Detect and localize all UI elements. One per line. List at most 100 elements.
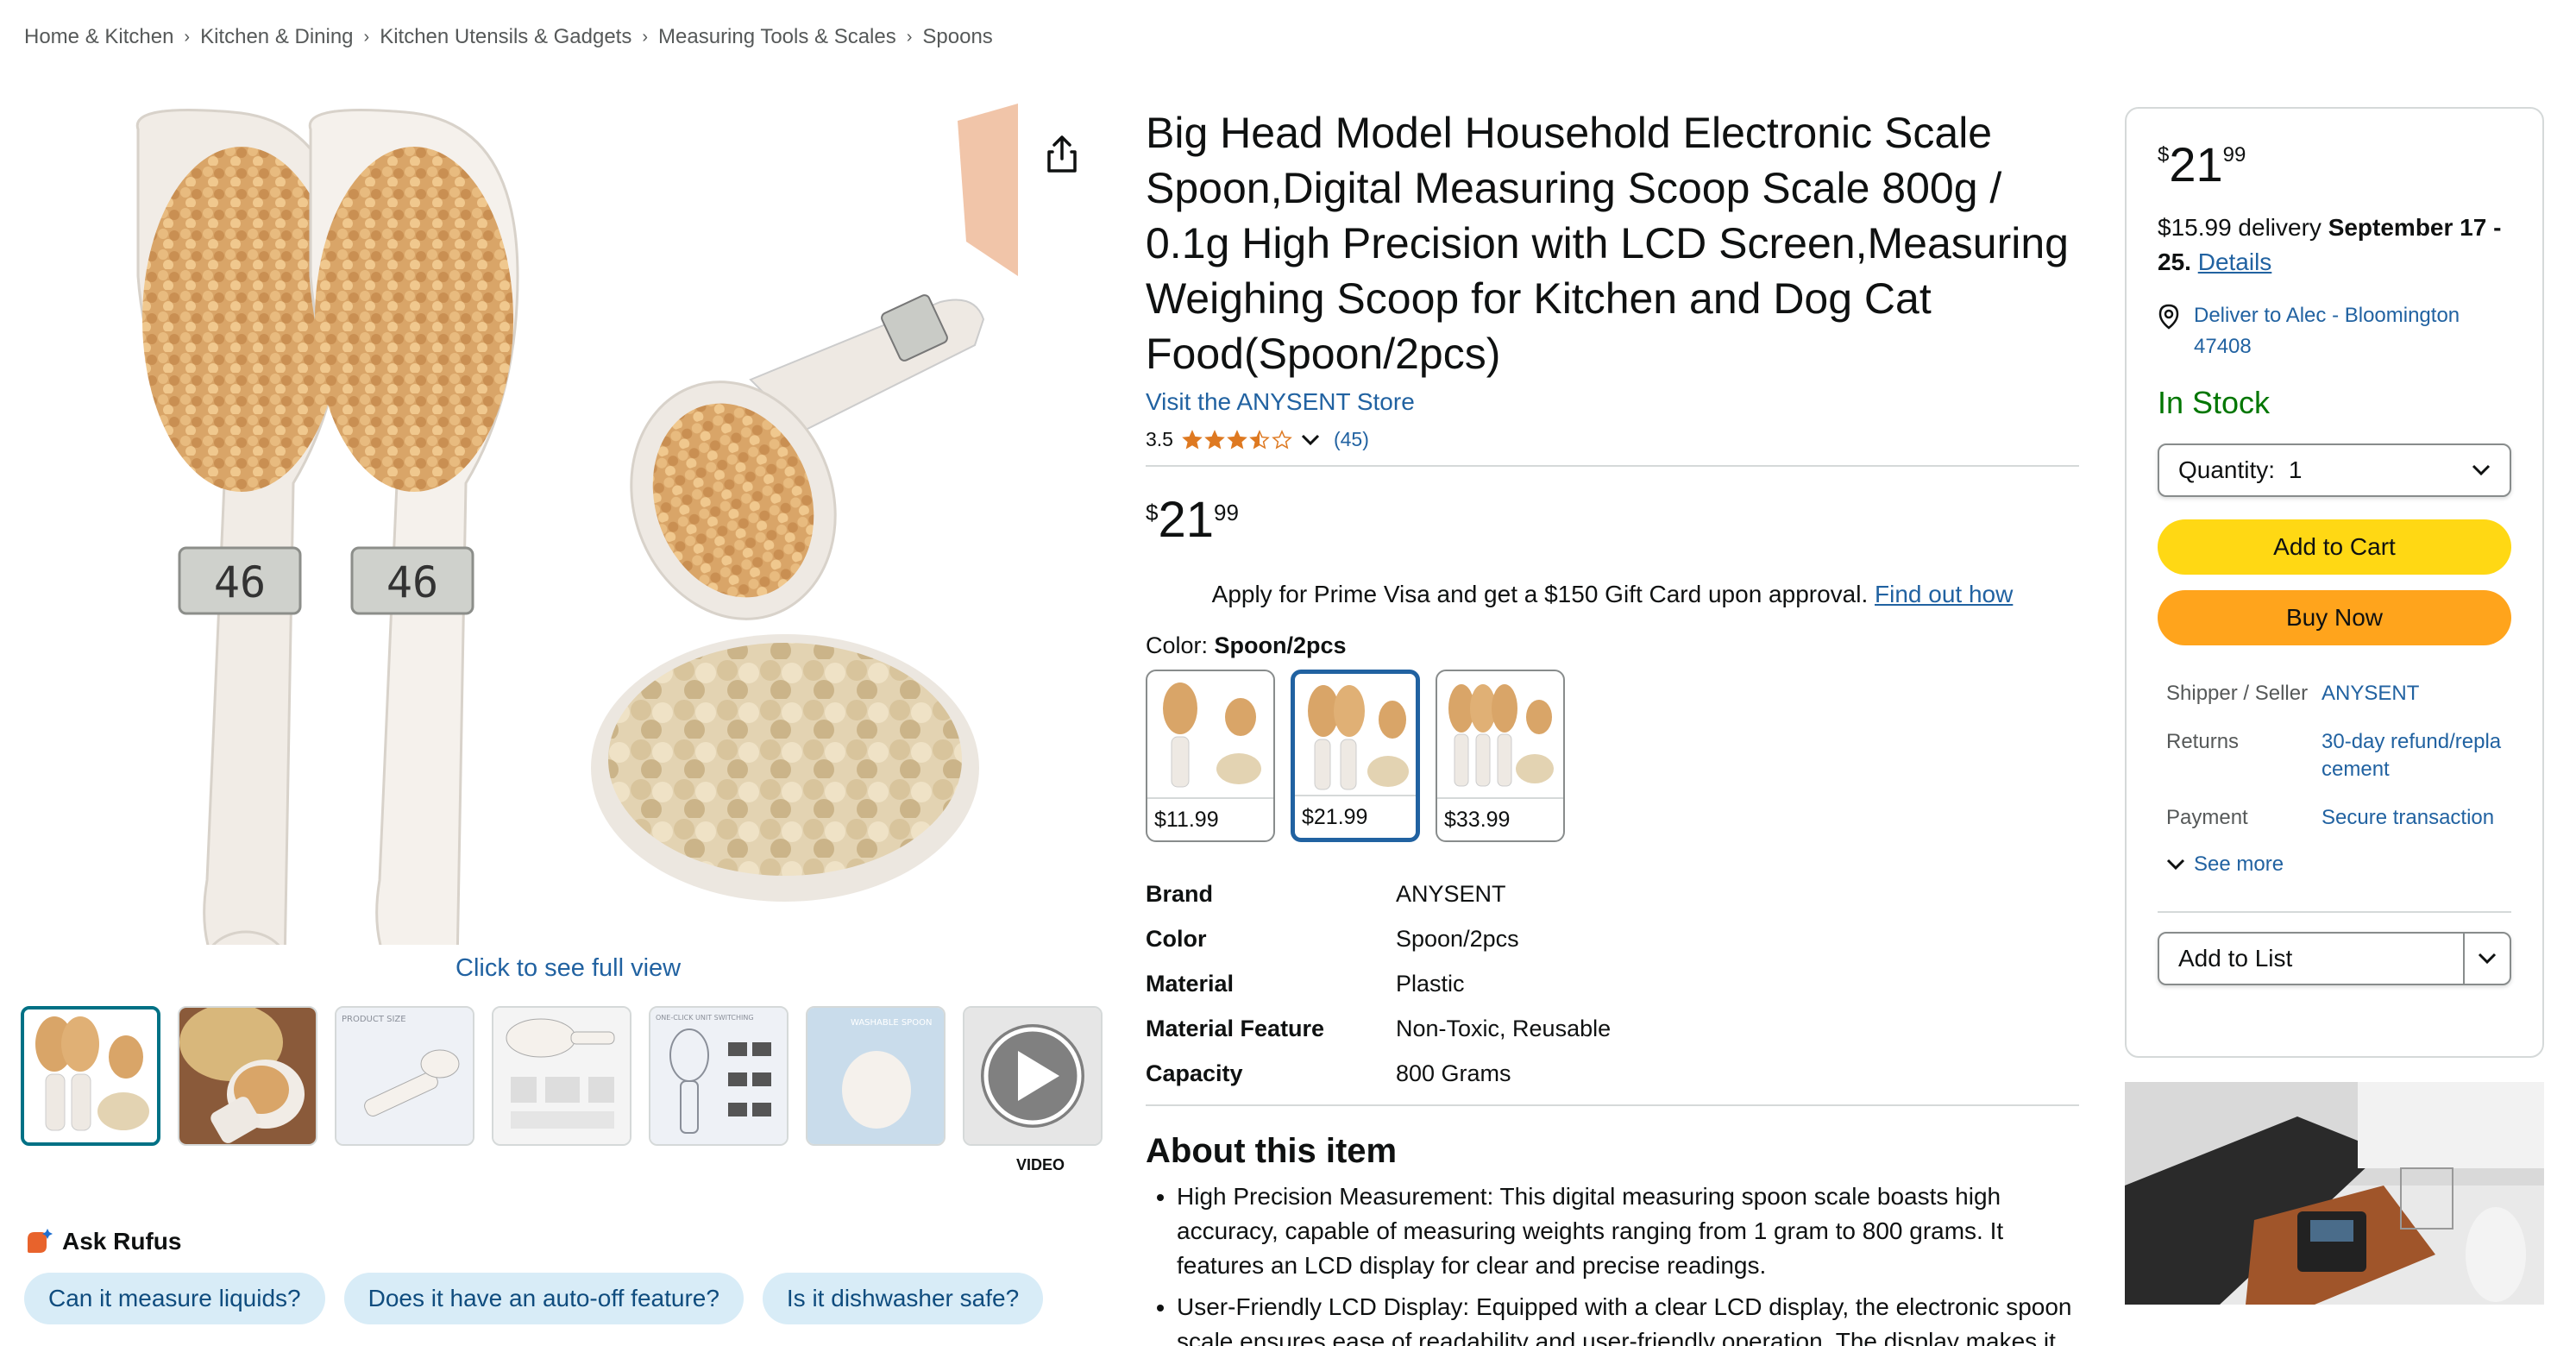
buy-now-button[interactable]: Buy Now [2158,590,2511,645]
breadcrumb-item[interactable]: Kitchen & Dining [200,25,353,49]
add-to-list-button[interactable]: Add to List [2158,932,2511,985]
rufus-icon [28,1229,53,1253]
prime-visa-text: Apply for Prime Visa and get a $150 Gift… [1211,581,1869,607]
spec-row: Brand ANYSENT [1146,871,2079,916]
spec-value: Spoon/2pcs [1396,925,1519,952]
share-icon[interactable] [1042,135,1082,174]
breadcrumb-item[interactable]: Spoons [922,25,992,49]
lcd-reading: 46 [386,557,438,607]
spec-value: ANYSENT [1396,880,1506,907]
divider [1146,465,2079,467]
spec-key: Capacity [1146,1060,1243,1086]
quantity-dropdown[interactable]: Quantity: 1 [2158,443,2511,497]
ask-rufus-header: Ask Rufus [24,1227,181,1256]
divider [2158,911,2511,913]
breadcrumb-separator-icon: › [906,27,913,47]
returns-link[interactable]: 30-day refund/replacement [2322,728,2503,783]
seller-row: Shipper / Seller ANYSENT [2158,680,2511,708]
about-bullets: High Precision Measurement: This digital… [1146,1179,2079,1346]
payment-link[interactable]: Secure transaction [2322,804,2511,832]
add-to-cart-button[interactable]: Add to Cart [2158,519,2511,575]
buy-box: $ 21 99 $15.99 delivery September 17 - 2… [2125,107,2544,1058]
chevron-down-icon [2166,859,2185,871]
ask-rufus-title: Ask Rufus [62,1228,182,1255]
price-symbol: $ [1146,500,1159,525]
spec-key: Material [1146,970,1235,997]
breadcrumb-item[interactable]: Measuring Tools & Scales [658,25,896,49]
buybox-price: $ 21 99 [2158,140,2511,190]
quantity-value: 1 [2288,456,2303,483]
spec-key: Color [1146,925,1207,952]
thumbnail-2[interactable] [178,1006,317,1146]
about-title: About this item [1146,1132,1398,1170]
color-swatches: $11.99 $21.99 $33.99 [1146,670,2079,842]
spec-key: Brand [1146,880,1214,907]
spec-row: Color Spoon/2pcs [1146,916,2079,961]
delivery-info: $15.99 delivery September 17 - 25. Detai… [2158,214,2502,275]
swatch-price: $11.99 [1147,797,1273,840]
breadcrumb: Home & Kitchen › Kitchen & Dining › Kitc… [24,22,993,52]
price-whole: 21 [1158,492,1214,548]
star-icon [1227,429,1247,450]
thumbnail-text: PRODUCT SIZE [342,1015,406,1024]
seller-link[interactable]: ANYSENT [2322,680,2511,708]
video-label: VIDEO [1016,1156,1065,1173]
main-product-image[interactable]: 46 46 [112,104,1018,1003]
chevron-down-icon [2478,953,2497,965]
star-icon [1204,429,1225,450]
thumbnail-4[interactable] [492,1006,631,1146]
thumbnail-3[interactable]: PRODUCT SIZE [335,1006,474,1146]
price-fraction: 99 [2222,143,2246,167]
seller-info-key: Shipper / Seller [2166,682,2309,705]
full-view-link[interactable]: Click to see full view [456,954,681,983]
chevron-down-icon[interactable] [1301,433,1320,447]
thumbnail-6[interactable]: WASHABLE SPOON [806,1006,946,1146]
store-link[interactable]: Visit the ANYSENT Store [1146,388,2079,416]
quantity-label: Quantity: [2178,456,2276,483]
prime-visa-link[interactable]: Find out how [1875,581,2013,607]
rating-count[interactable]: (45) [1334,428,1369,451]
see-more-link[interactable]: See more [2158,852,2511,877]
stock-status: In Stock [2158,385,2271,420]
seller-info-key: Payment [2166,806,2248,829]
add-to-list-dropdown[interactable] [2465,934,2510,984]
color-value: Spoon/2pcs [1214,632,1347,658]
add-to-list-label[interactable]: Add to List [2159,934,2465,984]
swatch-option[interactable]: $11.99 [1146,670,1275,842]
star-icon [1272,429,1292,450]
swatch-price: $33.99 [1437,797,1563,840]
chevron-down-icon [2472,464,2491,476]
swatch-option-selected[interactable]: $21.99 [1291,670,1420,842]
divider [1146,1104,2079,1106]
product-price: $ 21 99 [1146,494,2079,546]
spec-value: 800 Grams [1396,1060,1511,1086]
thumbnail-strip: PRODUCT SIZE ONE-CLICK UNIT SWITCHING WA… [21,1006,1103,1146]
location-pin-icon [2158,304,2179,330]
breadcrumb-item[interactable]: Kitchen Utensils & Gadgets [380,25,631,49]
prime-visa-offer: Apply for Prime Visa and get a $150 Gift… [1146,581,2079,608]
breadcrumb-item[interactable]: Home & Kitchen [24,25,173,49]
sponsored-ad-image[interactable] [2125,1082,2544,1305]
star-rating[interactable] [1182,429,1292,450]
spec-row: Material Plastic [1146,961,2079,1006]
rufus-chip[interactable]: Is it dishwasher safe? [762,1273,1044,1324]
spec-row: Material Feature Non-Toxic, Reusable [1146,1006,2079,1051]
spec-row: Capacity 800 Grams [1146,1051,2079,1096]
product-details: Big Head Model Household Electronic Scal… [1146,105,2079,1346]
deliver-to-text[interactable]: Deliver to Alec - Bloomington 47408 [2194,300,2504,362]
deliver-to-link[interactable]: Deliver to Alec - Bloomington 47408 [2158,300,2511,362]
rufus-chip[interactable]: Does it have an auto-off feature? [343,1273,744,1324]
about-bullet: High Precision Measurement: This digital… [1177,1179,2079,1283]
swatch-option[interactable]: $33.99 [1436,670,1565,842]
thumbnail-1[interactable] [21,1006,160,1146]
thumbnail-5[interactable]: ONE-CLICK UNIT SWITCHING [649,1006,789,1146]
delivery-details-link[interactable]: Details [2198,248,2272,275]
video-thumbnail[interactable] [963,1006,1103,1146]
rating-row: 3.5 (45) [1146,428,2079,451]
spec-key: Material Feature [1146,1015,1325,1041]
rufus-chip[interactable]: Can it measure liquids? [24,1273,325,1324]
payment-row: Payment Secure transaction [2158,804,2511,832]
swatch-price: $21.99 [1295,795,1416,838]
lcd-reading: 46 [214,557,266,607]
returns-row: Returns 30-day refund/replacement [2158,728,2511,783]
